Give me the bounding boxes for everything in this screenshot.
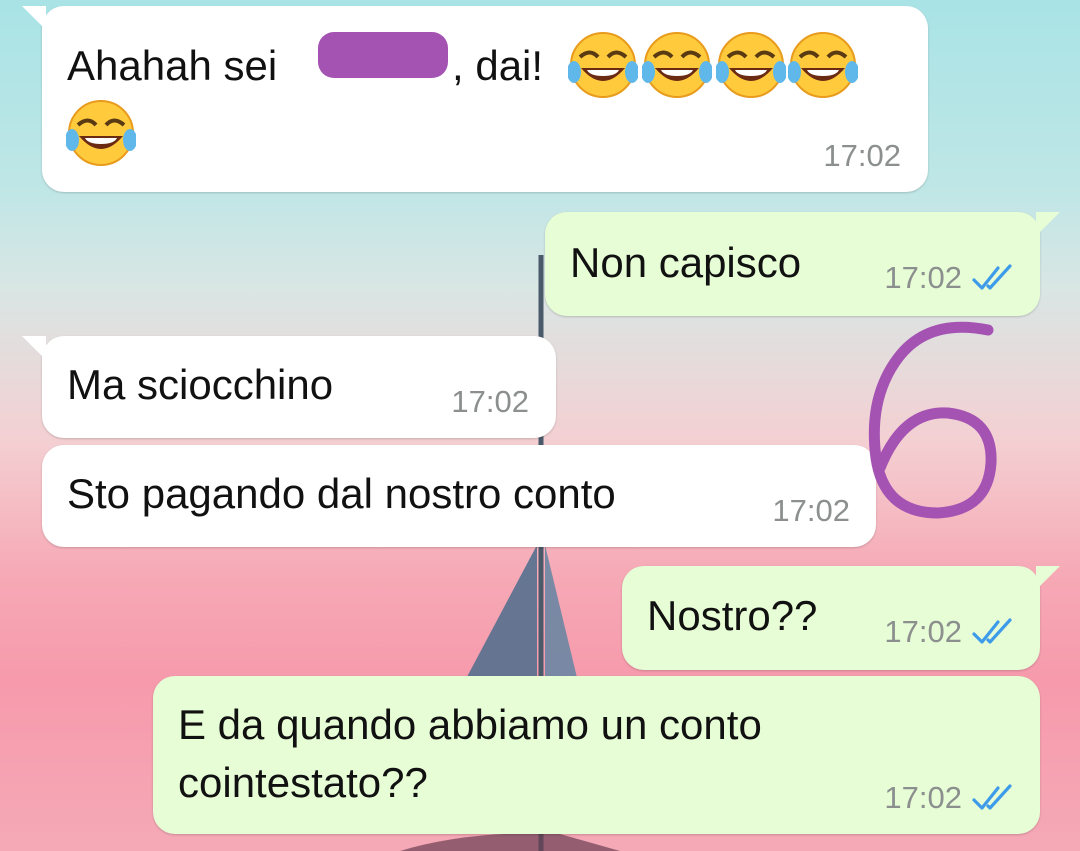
message-timestamp: 17:02: [884, 780, 962, 815]
message-bubble-outgoing[interactable]: E da quando abbiamo un conto cointestato…: [153, 676, 1040, 834]
handwritten-number-annotation: 6: [868, 321, 997, 519]
face-with-tears-of-joy-icon: [65, 98, 137, 168]
message-text-line-1: E da quando abbiamo un conto: [178, 701, 762, 748]
message-text-line-2: cointestato??: [178, 759, 428, 806]
double-check-read-icon: [972, 264, 1012, 290]
bubble-tail: [1036, 212, 1060, 236]
message-text-end: , dai!: [452, 42, 544, 89]
message-bubble-outgoing[interactable]: Nostro?? 17:02: [622, 566, 1060, 670]
message-text: Sto pagando dal nostro conto: [67, 470, 616, 517]
message-meta: 17:02: [884, 614, 1016, 650]
message-meta: 17:02: [884, 260, 1016, 296]
message-bubble-outgoing[interactable]: Non capisco 17:02: [545, 212, 1060, 316]
bubble-tail: [22, 6, 46, 30]
message-meta: 17:02: [823, 138, 901, 174]
message-timestamp: 17:02: [451, 384, 529, 419]
message-text: Non capisco: [570, 239, 802, 286]
face-with-tears-of-joy-icon: [641, 30, 713, 100]
face-with-tears-of-joy-icon: [715, 30, 787, 100]
message-text: Ma sciocchino: [67, 361, 334, 408]
message-meta: 17:02: [884, 780, 1016, 816]
message-bubble-incoming[interactable]: Ahahah sei , dai! 17:02: [22, 6, 928, 192]
message-meta: 17:02: [772, 493, 850, 529]
double-check-read-icon: [972, 784, 1012, 810]
message-text: Nostro??: [647, 592, 818, 639]
message-bubble-incoming[interactable]: Sto pagando dal nostro conto 17:02: [42, 445, 876, 547]
bubble-tail: [1036, 566, 1060, 590]
message-timestamp: 17:02: [823, 138, 901, 173]
message-timestamp: 17:02: [884, 614, 962, 649]
message-meta: 17:02: [451, 384, 529, 420]
message-text-start: Ahahah sei: [67, 42, 289, 89]
message-timestamp: 17:02: [772, 493, 850, 528]
face-with-tears-of-joy-icon: [567, 30, 639, 100]
bubble-tail: [22, 336, 46, 360]
double-check-read-icon: [972, 618, 1012, 644]
face-with-tears-of-joy-icon: [787, 30, 859, 100]
message-timestamp: 17:02: [884, 260, 962, 295]
redacted-word: [318, 32, 448, 78]
message-bubble-incoming[interactable]: Ma sciocchino 17:02: [22, 336, 556, 438]
